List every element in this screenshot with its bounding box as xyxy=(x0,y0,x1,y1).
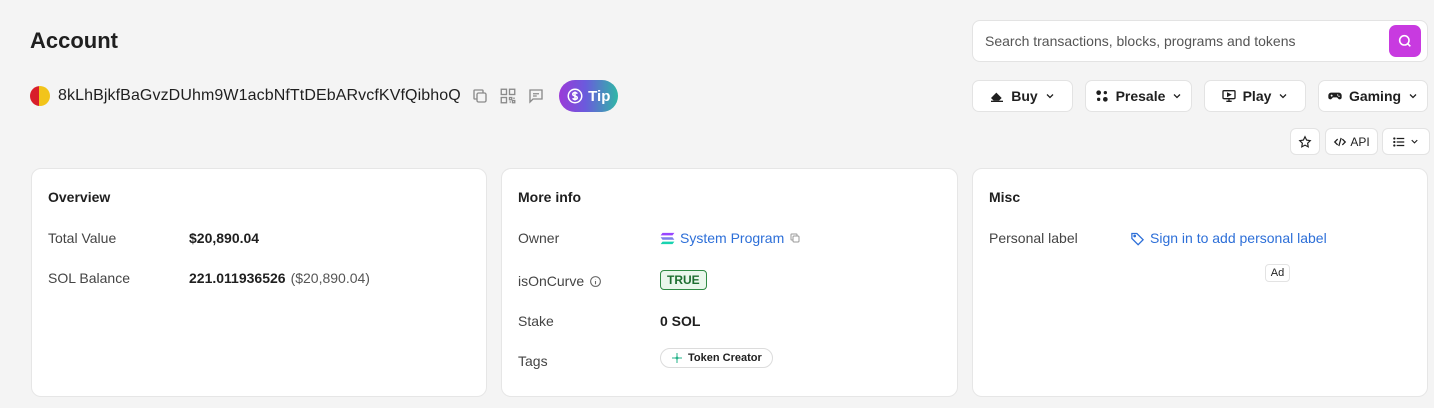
dollar-coin-icon xyxy=(567,88,583,104)
list-icon xyxy=(1393,136,1405,147)
is-on-curve-label: isOnCurve xyxy=(518,273,585,289)
ad-badge[interactable]: Ad xyxy=(1265,264,1290,282)
tag-icon xyxy=(1131,232,1145,246)
misc-title: Misc xyxy=(989,189,1021,205)
owner-label: Owner xyxy=(518,230,560,246)
total-value-label: Total Value xyxy=(48,230,117,246)
is-on-curve-row-label: isOnCurve xyxy=(518,273,602,289)
gaming-button[interactable]: Gaming xyxy=(1318,80,1428,112)
true-badge: TRUE xyxy=(660,270,707,290)
eraser-icon xyxy=(991,92,1004,102)
token-creator-tag[interactable]: Token Creator xyxy=(660,348,773,368)
chevron-down-icon xyxy=(1046,94,1054,99)
account-address: 8kLhBjkfBaGvzDUhm9W1acbNfTtDEbARvcfKVfQi… xyxy=(58,87,461,104)
chevron-down-icon xyxy=(1279,94,1287,99)
buy-label: Buy xyxy=(1011,88,1038,104)
qr-code-icon[interactable] xyxy=(497,85,519,107)
tip-button[interactable]: Tip xyxy=(558,80,618,112)
page-title: Account xyxy=(30,28,118,53)
tags-label: Tags xyxy=(518,353,548,369)
search-icon xyxy=(1398,34,1411,47)
list-view-button[interactable] xyxy=(1382,128,1430,155)
more-info-card: More info Owner System Program isOnCurve… xyxy=(501,168,958,397)
sign-in-personal-label-link[interactable]: Sign in to add personal label xyxy=(1150,230,1327,246)
solana-icon xyxy=(660,232,675,244)
more-info-title: More info xyxy=(518,189,581,205)
is-on-curve-value: TRUE xyxy=(660,270,707,290)
monitor-play-icon xyxy=(1221,90,1236,102)
avatar xyxy=(30,86,50,106)
chevron-down-icon xyxy=(1411,139,1418,144)
chevron-down-icon xyxy=(1173,94,1181,99)
message-icon[interactable] xyxy=(525,85,547,107)
personal-label-value: Sign in to add personal label xyxy=(1130,230,1327,246)
search-button[interactable] xyxy=(1389,25,1421,57)
stake-value: 0 SOL xyxy=(660,313,701,329)
api-button[interactable]: API xyxy=(1325,128,1378,155)
token-creator-label: Token Creator xyxy=(688,352,762,364)
api-label: API xyxy=(1350,134,1370,149)
presale-icon xyxy=(1095,90,1108,102)
info-icon[interactable] xyxy=(589,275,602,288)
sol-balance-label: SOL Balance xyxy=(48,270,130,286)
sol-balance-usd: ($20,890.04) xyxy=(290,270,370,286)
system-program-link[interactable]: System Program xyxy=(680,230,784,246)
play-button[interactable]: Play xyxy=(1204,80,1306,112)
search-bar xyxy=(972,20,1428,62)
tip-label: Tip xyxy=(588,87,611,105)
total-value: $20,890.04 xyxy=(189,230,260,246)
copy-icon[interactable] xyxy=(469,85,491,107)
chevron-down-icon xyxy=(1409,94,1417,99)
play-label: Play xyxy=(1242,88,1272,104)
search-input[interactable] xyxy=(985,33,1389,49)
gaming-label: Gaming xyxy=(1348,88,1402,104)
address-row: 8kLhBjkfBaGvzDUhm9W1acbNfTtDEbARvcfKVfQi… xyxy=(30,80,618,112)
sparkle-icon xyxy=(672,353,682,363)
presale-label: Presale xyxy=(1115,88,1166,104)
buy-button[interactable]: Buy xyxy=(972,80,1073,112)
star-icon xyxy=(1298,134,1312,148)
code-icon xyxy=(1334,137,1347,146)
overview-title: Overview xyxy=(48,189,111,205)
favorite-button[interactable] xyxy=(1290,128,1320,155)
presale-button[interactable]: Presale xyxy=(1085,80,1192,112)
personal-label-label: Personal label xyxy=(989,230,1078,246)
stake-label: Stake xyxy=(518,313,554,329)
gamepad-icon xyxy=(1328,92,1342,100)
sol-balance-amount: 221.011936526 xyxy=(189,270,286,286)
owner-value: System Program xyxy=(660,230,801,246)
overview-card: Overview Total Value $20,890.04 SOL Bala… xyxy=(31,168,487,397)
copy-icon[interactable] xyxy=(789,232,801,244)
tags-value: Token Creator xyxy=(660,348,773,368)
misc-card: Misc Personal label Sign in to add perso… xyxy=(972,168,1428,397)
sol-balance: 221.011936526 ($20,890.04) xyxy=(189,270,370,286)
